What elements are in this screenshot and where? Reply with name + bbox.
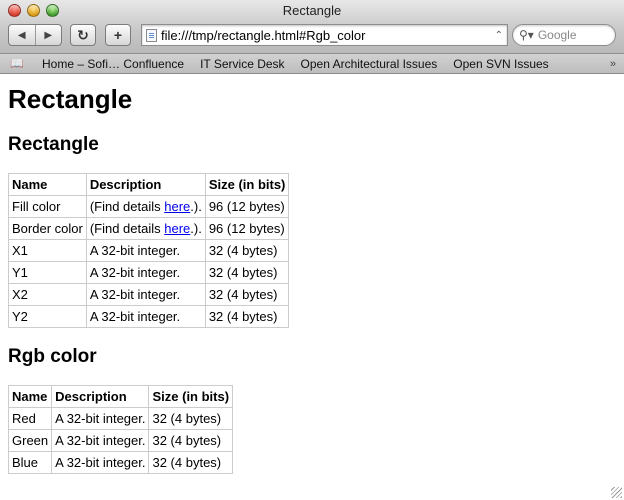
name-cell: Y1 (8, 261, 87, 284)
table-row: X1 A 32-bit integer. 32 (4 bytes) (8, 239, 290, 262)
size-cell: 32 (4 bytes) (204, 305, 290, 328)
bookmarks-bar: 📖 Home – Sofi… Confluence IT Service Des… (0, 54, 624, 74)
table-header-row: Name Description Size (in bits) (7, 385, 234, 408)
page-icon (146, 28, 157, 42)
bookmark-item[interactable]: Open SVN Issues (445, 57, 556, 71)
search-icon[interactable]: ⚲▾ (519, 28, 534, 42)
window-title: Rectangle (282, 3, 342, 18)
name-cell: Fill color (8, 195, 87, 218)
name-cell: Red (7, 407, 53, 430)
description-cell: A 32-bit integer. (85, 283, 206, 306)
reload-button[interactable]: ↻ (70, 24, 96, 46)
back-button[interactable]: ◀ (9, 25, 35, 45)
size-cell: 32 (4 bytes) (204, 239, 290, 262)
address-bar[interactable]: file:///tmp/rectangle.html#Rgb_color ⌃ (141, 24, 508, 46)
open-book-icon[interactable]: 📖 (0, 57, 34, 70)
description-text: .). (190, 221, 202, 236)
search-placeholder: Google (537, 28, 577, 42)
address-url[interactable]: file:///tmp/rectangle.html#Rgb_color (161, 28, 495, 43)
description-text: (Find details (89, 221, 165, 236)
back-forward-group: ◀ ▶ (8, 24, 62, 46)
forward-arrow-icon: ▶ (44, 29, 53, 41)
size-cell: 32 (4 bytes) (204, 283, 290, 306)
forward-button[interactable]: ▶ (34, 25, 62, 45)
browser-window: Rectangle ◀ ▶ ↻ + file:///tmp/rectangle.… (0, 0, 624, 500)
description-cell: A 32-bit integer. (85, 261, 206, 284)
name-cell: X2 (8, 283, 87, 306)
table-row: Green A 32-bit integer. 32 (4 bytes) (7, 429, 234, 452)
name-cell: Y2 (8, 305, 87, 328)
name-cell: Blue (7, 451, 53, 474)
page-title: Rectangle (8, 84, 133, 114)
table-row: Border color (Find details here.). 96 (1… (8, 217, 290, 240)
name-cell: X1 (8, 239, 87, 262)
search-field[interactable]: ⚲▾ Google (512, 24, 616, 46)
column-header: Name (7, 385, 53, 408)
description-cell: A 32-bit integer. (51, 451, 150, 474)
table-row: Red A 32-bit integer. 32 (4 bytes) (7, 407, 234, 430)
more-bookmarks-icon[interactable]: » (610, 58, 624, 70)
section-heading: Rgb color (8, 346, 97, 367)
description-text: (Find details (89, 199, 165, 214)
description-cell: (Find details here.). (85, 195, 206, 218)
table-row: Fill color (Find details here.). 96 (12 … (8, 195, 290, 218)
description-cell: A 32-bit integer. (51, 407, 150, 430)
resize-grip-icon[interactable] (611, 487, 622, 498)
description-cell: A 32-bit integer. (51, 429, 150, 452)
column-header: Name (8, 173, 87, 196)
table-row: Blue A 32-bit integer. 32 (4 bytes) (7, 451, 234, 474)
plus-icon: + (113, 27, 123, 43)
description-cell: A 32-bit integer. (85, 239, 206, 262)
table-row: X2 A 32-bit integer. 32 (4 bytes) (8, 283, 290, 306)
size-cell: 32 (4 bytes) (204, 261, 290, 284)
page-content: Rectangle Rectangle Name Description Siz… (7, 75, 616, 474)
size-cell: 32 (4 bytes) (148, 407, 234, 430)
table-header-row: Name Description Size (in bits) (8, 173, 290, 196)
details-link[interactable]: here (164, 199, 190, 214)
description-cell: A 32-bit integer. (85, 305, 206, 328)
add-bookmark-button[interactable]: + (105, 24, 131, 46)
reload-icon: ↻ (77, 26, 89, 43)
back-arrow-icon: ◀ (17, 29, 26, 41)
column-header: Description (85, 173, 206, 196)
column-header: Size (in bits) (204, 173, 290, 196)
rgb-color-table: Name Description Size (in bits) Red A 32… (7, 385, 234, 474)
size-cell: 32 (4 bytes) (148, 451, 234, 474)
size-cell: 32 (4 bytes) (148, 429, 234, 452)
bookmark-item[interactable]: Home – Sofi… Confluence (34, 57, 192, 71)
column-header: Description (51, 385, 150, 408)
description-cell: (Find details here.). (85, 217, 206, 240)
bookmark-item[interactable]: Open Architectural Issues (293, 57, 446, 71)
column-header: Size (in bits) (148, 385, 234, 408)
size-cell: 96 (12 bytes) (204, 217, 290, 240)
rectangle-table: Name Description Size (in bits) Fill col… (8, 173, 290, 328)
name-cell: Border color (8, 217, 87, 240)
bookmark-item[interactable]: IT Service Desk (192, 57, 292, 71)
details-link[interactable]: here (164, 221, 190, 236)
table-row: Y1 A 32-bit integer. 32 (4 bytes) (8, 261, 290, 284)
section-heading: Rectangle (8, 134, 99, 155)
name-cell: Green (7, 429, 53, 452)
chevron-up-icon[interactable]: ⌃ (495, 30, 507, 41)
description-text: .). (190, 199, 202, 214)
size-cell: 96 (12 bytes) (204, 195, 290, 218)
window-toolbar: Rectangle ◀ ▶ ↻ + file:///tmp/rectangle.… (0, 0, 624, 54)
table-row: Y2 A 32-bit integer. 32 (4 bytes) (8, 305, 290, 328)
